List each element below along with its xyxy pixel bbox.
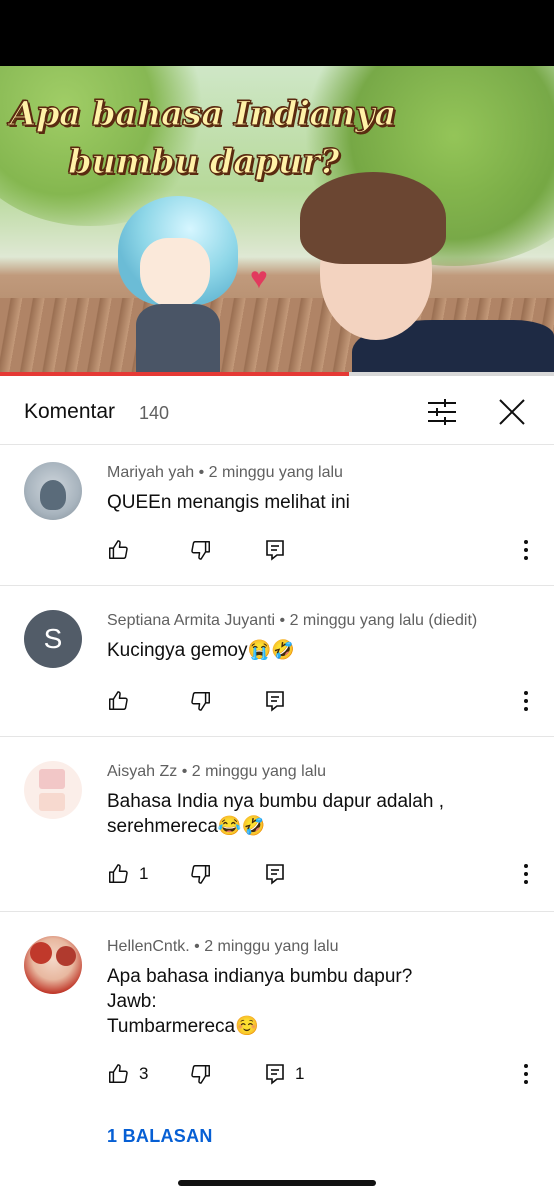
heart-icon: ♥ — [250, 262, 268, 295]
thumbs-down-icon — [191, 692, 210, 711]
home-indicator[interactable] — [178, 1180, 376, 1186]
comment-item: Mariyah yah • 2 minggu yang lalu QUEEn m… — [0, 446, 554, 586]
reply-icon — [266, 1064, 284, 1085]
comment-author-meta: Septiana Armita Juyanti • 2 minggu yang … — [107, 612, 478, 629]
comment-item: S Septiana Armita Juyanti • 2 minggu yan… — [0, 586, 554, 737]
more-options-icon[interactable] — [516, 690, 536, 712]
avatar[interactable] — [24, 936, 82, 994]
comment-text: Bahasa India nya bumbu dapur adalah , se… — [107, 791, 444, 837]
reply-button[interactable] — [265, 686, 295, 716]
like-button[interactable]: 3 — [107, 1059, 148, 1089]
comment-item: HellenCntk. • 2 minggu yang lalu Apa bah… — [0, 912, 554, 1162]
reply-button[interactable] — [265, 859, 295, 889]
thumbs-down-icon — [191, 541, 210, 560]
video-player[interactable]: Apa bahasa Indianya bumbu dapur? ♥ — [0, 66, 554, 374]
more-options-icon[interactable] — [516, 863, 536, 885]
comment-text: Kucingya gemoy😭🤣 — [107, 640, 295, 661]
thumbs-up-icon — [109, 540, 128, 559]
reply-button[interactable] — [265, 535, 295, 565]
comment-item: Aisyah Zz • 2 minggu yang lalu Bahasa In… — [0, 737, 554, 912]
sort-filter-icon[interactable] — [426, 396, 458, 428]
dislike-button[interactable] — [190, 535, 212, 565]
reply-count: 1 — [295, 1064, 305, 1083]
comment-author-meta: Aisyah Zz • 2 minggu yang lalu — [107, 763, 327, 780]
reply-icon — [266, 691, 284, 712]
close-icon[interactable] — [497, 397, 527, 427]
reply-icon — [266, 540, 284, 561]
more-options-icon[interactable] — [516, 539, 536, 561]
view-replies-link[interactable]: 1 BALASAN — [107, 1126, 213, 1147]
comment-text: Apa bahasa indianya bumbu dapur? Jawb: T… — [107, 966, 413, 1037]
comment-actions: 1 — [0, 859, 554, 889]
comment-author-meta: HellenCntk. • 2 minggu yang lalu — [107, 938, 339, 955]
comments-count: 140 — [139, 403, 170, 423]
thumbs-down-icon — [191, 865, 210, 884]
avatar[interactable] — [24, 462, 82, 520]
video-progress-bar[interactable] — [0, 372, 554, 376]
thumbs-up-icon — [109, 1064, 128, 1083]
avatar[interactable]: S — [24, 610, 82, 668]
avatar[interactable] — [24, 761, 82, 819]
like-button[interactable]: 1 — [107, 859, 148, 889]
video-progress-fill — [0, 372, 350, 376]
thumbs-down-icon — [191, 1065, 210, 1084]
comment-text: QUEEn menangis melihat ini — [107, 492, 350, 513]
like-button[interactable] — [107, 686, 139, 716]
like-count: 3 — [139, 1064, 149, 1083]
comment-actions — [0, 535, 554, 565]
thumbs-up-icon — [109, 691, 128, 710]
like-count: 1 — [139, 864, 149, 883]
anime-character-image — [108, 196, 248, 374]
dislike-button[interactable] — [190, 1059, 212, 1089]
comment-actions — [0, 686, 554, 716]
comment-author-meta: Mariyah yah • 2 minggu yang lalu — [107, 464, 343, 481]
person-image — [292, 172, 554, 374]
reply-icon — [266, 864, 284, 885]
status-bar — [0, 0, 554, 66]
dislike-button[interactable] — [190, 859, 212, 889]
more-options-icon[interactable] — [516, 1063, 536, 1085]
comments-title: Komentar — [24, 400, 116, 423]
reply-button[interactable]: 1 — [265, 1059, 304, 1089]
dislike-button[interactable] — [190, 686, 212, 716]
like-button[interactable] — [107, 535, 139, 565]
comment-actions: 3 1 — [0, 1059, 554, 1089]
thumbs-up-icon — [109, 864, 128, 883]
comments-header: Komentar 140 — [0, 380, 554, 445]
video-title-line1: Apa bahasa Indianya — [9, 93, 397, 134]
